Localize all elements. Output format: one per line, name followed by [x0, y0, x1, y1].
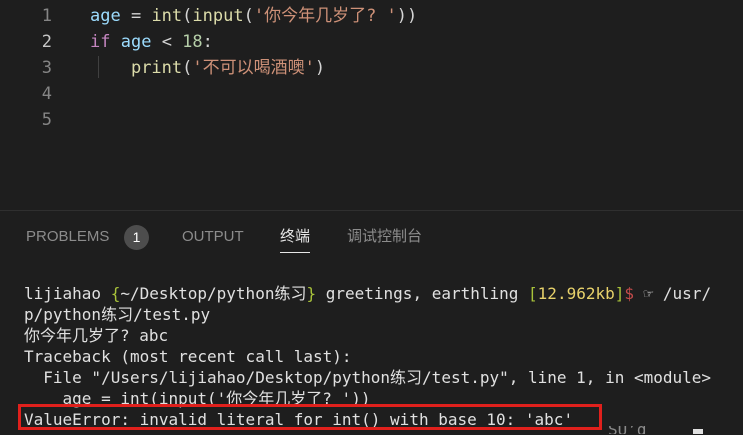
code-token: input — [192, 6, 244, 26]
line-number: 1 — [41, 6, 52, 26]
prompt-mem: 12.962kb — [537, 284, 615, 303]
prompt-command: ☞ /usr/ — [634, 284, 712, 303]
prompt-close-brace: } — [306, 284, 317, 303]
panel-tabs: PROBLEMS 1 OUTPUT 终端 调试控制台 — [0, 211, 743, 265]
code-token: : — [202, 32, 213, 52]
terminal-cutoff-text: SU’d — [608, 426, 688, 434]
code-line[interactable]: 4 — [0, 81, 743, 107]
line-number: 3 — [41, 58, 52, 78]
code-token: if — [90, 32, 111, 52]
code-token: ) — [314, 58, 326, 78]
tab-debug-console[interactable]: 调试控制台 — [347, 228, 422, 252]
line-number: 4 — [41, 84, 52, 104]
line-number: 2 — [41, 32, 52, 52]
code-token: age — [90, 6, 121, 26]
code-editor[interactable]: 1 age = int(input('你今年几岁了? ')) 2 if age < 1… — [0, 0, 743, 210]
line-number: 5 — [41, 110, 52, 130]
terminal-line: p/python练习/test.py — [24, 305, 211, 324]
prompt-close-bracket: ] — [614, 284, 625, 303]
code-line[interactable]: 2 if age < 18: — [0, 29, 743, 55]
tab-terminal[interactable]: 终端 — [280, 228, 311, 253]
prompt-open-brace: { — [101, 284, 121, 303]
code-token: 18 — [182, 32, 203, 52]
code-token: age — [120, 32, 152, 52]
code-token: ( — [182, 58, 193, 78]
code-line[interactable]: 5 — [0, 107, 743, 133]
code-token: ( — [182, 6, 193, 26]
problems-count-badge: 1 — [124, 225, 149, 250]
bottom-panel: PROBLEMS 1 OUTPUT 终端 调试控制台 lijiahao {~/D… — [0, 210, 743, 435]
code-token: '你今年几岁了? ' — [253, 6, 397, 26]
code-token: )) — [396, 6, 418, 26]
terminal-prompt-line: lijiahao {~/Desktop/python练习} greetings,… — [24, 283, 711, 304]
code-token: < — [151, 32, 183, 52]
prompt-user: lijiahao — [24, 284, 102, 303]
line-code: age = int(input('你今年几岁了? ')) — [90, 3, 417, 29]
code-token: int — [151, 6, 183, 26]
line-code: print('不可以喝酒噢') — [90, 55, 325, 81]
terminal-line: Traceback (most recent call last): — [24, 347, 352, 366]
line-code: if age < 18: — [90, 29, 213, 55]
code-token: = — [120, 6, 152, 26]
code-token: print — [130, 58, 183, 78]
code-line[interactable]: 3 print('不可以喝酒噢') — [0, 55, 743, 81]
prompt-cwd: ~/Desktop/python练习 — [120, 284, 307, 303]
terminal-line: File "/Users/lijiahao/Desktop/python练习/t… — [24, 368, 712, 387]
prompt-open-bracket: [ — [528, 284, 538, 303]
prompt-dollar: $ — [624, 284, 635, 303]
code-token: '不可以喝酒噢' — [192, 58, 315, 78]
code-line[interactable]: 1 age = int(input('你今年几岁了? ')) — [0, 3, 743, 29]
error-highlight-box — [18, 404, 602, 430]
code-token: ( — [243, 6, 254, 26]
tab-problems[interactable]: PROBLEMS — [26, 228, 109, 252]
terminal-cursor — [693, 429, 703, 434]
prompt-greeting: greetings, earthling — [316, 284, 529, 303]
tab-output[interactable]: OUTPUT — [182, 228, 244, 252]
terminal-line: 你今年几岁了? abc — [24, 326, 169, 345]
